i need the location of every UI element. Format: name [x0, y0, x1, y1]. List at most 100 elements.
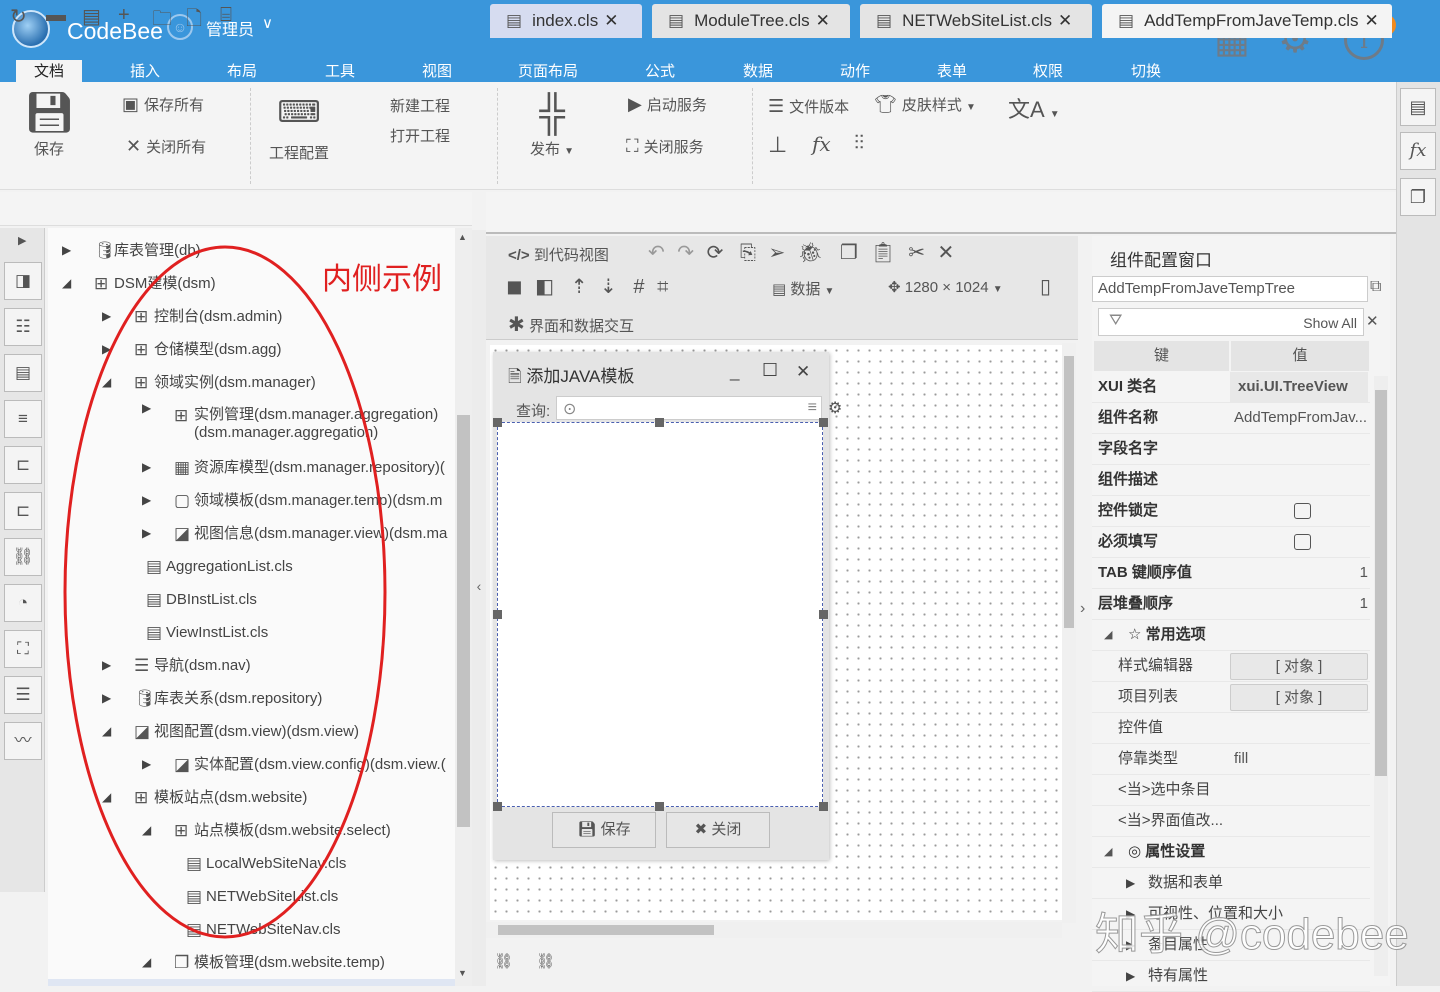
tree-scroll-thumb[interactable]: [457, 415, 470, 827]
folder-icon[interactable]: 🗀: [152, 4, 172, 38]
mobile-icon[interactable]: ▯: [1040, 274, 1051, 299]
close-icon[interactable]: ✕: [796, 362, 810, 382]
menu-icon[interactable]: ≡: [4, 400, 42, 438]
redo-icon[interactable]: ↷: [677, 242, 694, 264]
property-row[interactable]: <当>选中条目: [1092, 775, 1370, 806]
tab-switch[interactable]: 切换: [1116, 60, 1176, 82]
collapsed-arrow-icon[interactable]: ▶: [1126, 868, 1135, 898]
publish-button[interactable]: ╬ 发布 ▼: [522, 92, 582, 159]
expanded-arrow-icon[interactable]: ◢: [1104, 837, 1112, 867]
focus-icon[interactable]: ⛶: [4, 630, 42, 668]
link-icon[interactable]: ⛓: [4, 538, 42, 576]
document-icon[interactable]: ▤: [4, 354, 42, 392]
sliders-icon[interactable]: ⫶⫶: [854, 132, 864, 155]
expanded-arrow-icon[interactable]: ◢: [142, 946, 151, 979]
property-row[interactable]: 控件锁定: [1092, 496, 1370, 527]
resize-handle[interactable]: [819, 610, 828, 619]
property-row[interactable]: 必须填写: [1092, 527, 1370, 558]
tree-view-component[interactable]: [497, 422, 823, 807]
dialog-close-button[interactable]: ✖ 关闭: [666, 812, 770, 848]
refresh-icon[interactable]: ⟳: [707, 242, 724, 264]
property-row[interactable]: ◢ ☆ 常用选项: [1092, 620, 1370, 651]
object-editor-button[interactable]: [ 对象 ]: [1230, 684, 1368, 711]
formula-icon[interactable]: fx: [812, 132, 831, 156]
property-row[interactable]: TAB 键顺序值 1: [1092, 558, 1370, 589]
skin-style-button[interactable]: 👕︎ 皮肤样式 ▼: [874, 94, 976, 115]
file-version-button[interactable]: ☰ 文件版本: [768, 96, 849, 117]
resize-handle[interactable]: [655, 802, 664, 811]
clear-filter-icon[interactable]: ✕: [1366, 312, 1379, 330]
file-list-icon[interactable]: ▤: [82, 4, 101, 29]
add-icon[interactable]: +: [118, 4, 130, 27]
props-scroll-thumb[interactable]: [1375, 390, 1387, 776]
component-name-field[interactable]: AddTempFromJaveTempTree: [1092, 276, 1368, 302]
ui-data-interaction-button[interactable]: ✱ 界面和数据交互: [508, 312, 634, 337]
sort-down-icon[interactable]: ⇣: [600, 276, 617, 298]
tab-insert[interactable]: 插入: [115, 60, 175, 82]
tab-view[interactable]: 视图: [407, 60, 467, 82]
property-row[interactable]: 组件名称 AddTempFromJav...: [1092, 403, 1370, 434]
stop-service-button[interactable]: ⛶ 关闭服务: [626, 136, 704, 157]
new-file-icon[interactable]: 🗋: [186, 4, 202, 38]
data-dropdown[interactable]: ▤ 数据 ▼: [772, 278, 834, 299]
resize-handle[interactable]: [493, 418, 502, 427]
send-back-icon[interactable]: ◧: [535, 276, 554, 298]
save-button[interactable]: 💾︎ 保存: [24, 92, 75, 159]
windows-icon[interactable]: ❐: [1400, 178, 1436, 216]
to-code-view-button[interactable]: </> 到代码视图: [508, 244, 609, 265]
link-icon[interactable]: ⛓: [494, 952, 513, 970]
copy-icon[interactable]: ❐: [840, 242, 858, 264]
property-row[interactable]: 停靠类型 fill: [1092, 744, 1370, 775]
minimize-icon[interactable]: _: [730, 362, 739, 382]
tab-tools[interactable]: 工具: [310, 60, 370, 82]
tab-permission[interactable]: 权限: [1018, 60, 1078, 82]
delete-icon[interactable]: ✕: [938, 242, 955, 264]
tab-document[interactable]: 文档: [16, 60, 82, 82]
bring-front-icon[interactable]: ◼: [506, 276, 523, 298]
close-tab-icon[interactable]: ✕: [604, 11, 618, 30]
text-align-icon[interactable]: ☷: [4, 308, 42, 346]
property-checkbox[interactable]: [1294, 503, 1311, 519]
close-tab-icon[interactable]: ✕: [816, 11, 830, 30]
snap-grid-icon[interactable]: ⌗: [657, 276, 668, 298]
panel-icon[interactable]: ◨: [4, 262, 42, 300]
chevron-down-icon[interactable]: ∨: [262, 14, 273, 32]
tab-page-layout[interactable]: 页面布局: [508, 60, 588, 82]
popout-icon[interactable]: ⧉: [1370, 278, 1381, 296]
canvas-vscroll-thumb[interactable]: [1064, 356, 1074, 628]
property-row[interactable]: XUI 类名 xui.UI.TreeView: [1092, 372, 1370, 403]
paste-icon[interactable]: 📋︎: [870, 242, 895, 264]
editor-tab[interactable]: ▤ ModuleTree.cls ✕: [652, 4, 850, 38]
send-icon[interactable]: ➢: [769, 242, 786, 264]
tree-node[interactable]: ◢ ❐ 模板管理(dsm.website.temp): [48, 946, 455, 979]
property-row[interactable]: 层堆叠顺序 1: [1092, 589, 1370, 620]
tab-data[interactable]: 数据: [728, 60, 788, 82]
language-button[interactable]: 文A ▼: [1008, 92, 1060, 124]
property-row[interactable]: ◢ ◎ 属性设置: [1092, 837, 1370, 868]
new-project-button[interactable]: 新建工程: [390, 95, 450, 116]
editor-tab[interactable]: ▤ index.cls ✕: [490, 4, 642, 38]
property-row[interactable]: <当>界面值改...: [1092, 806, 1370, 837]
scroll-down-icon[interactable]: ▼: [458, 968, 467, 978]
resize-handle[interactable]: [493, 802, 502, 811]
property-checkbox[interactable]: [1294, 534, 1311, 550]
editor-tab[interactable]: ▤ AddTempFromJaveTemp.cls ✕: [1102, 4, 1392, 38]
bug-icon[interactable]: 🐞︎: [798, 242, 823, 264]
align-icon[interactable]: ⊥: [768, 132, 787, 158]
property-row[interactable]: ▶ 数据和表单: [1092, 868, 1370, 899]
query-input[interactable]: ⊙ ≡: [556, 396, 822, 420]
filter-input[interactable]: ⛛ Show All: [1098, 308, 1364, 336]
close-all-button[interactable]: ✕ 关闭所有: [126, 136, 206, 157]
canvas-hscroll-thumb[interactable]: [498, 925, 714, 935]
close-tab-icon[interactable]: ✕: [1365, 11, 1379, 30]
editor-tab[interactable]: ▤ NETWebSiteList.cls ✕: [860, 4, 1092, 38]
open-project-button[interactable]: 打开工程: [390, 125, 450, 146]
expand-arrow-icon[interactable]: ▶: [18, 234, 26, 247]
resize-handle[interactable]: [819, 802, 828, 811]
property-row[interactable]: 字段名字: [1092, 434, 1370, 465]
close-tab-icon[interactable]: ✕: [1058, 11, 1072, 30]
settings-sliders-icon[interactable]: ☰: [4, 676, 42, 714]
properties-panel-icon[interactable]: ▤: [1400, 88, 1436, 126]
grid-icon[interactable]: #: [633, 276, 644, 298]
dialog-save-button[interactable]: 💾︎ 保存: [552, 812, 656, 848]
